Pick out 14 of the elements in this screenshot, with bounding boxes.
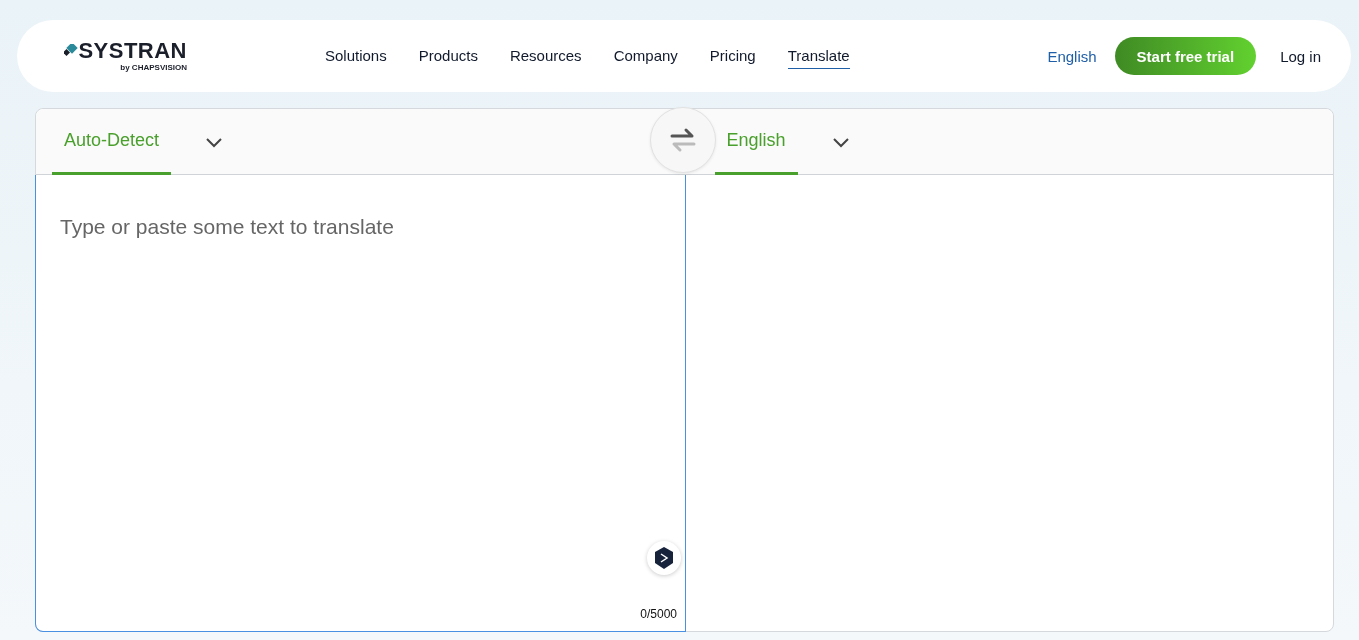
swap-arrows-icon [669,127,697,153]
assistant-badge[interactable] [647,541,681,575]
nav-link[interactable]: Resources [509,43,582,69]
nav-link[interactable]: Pricing [709,43,756,69]
nav-link[interactable]: Company [613,43,678,69]
nav-link[interactable]: Translate [787,43,850,69]
logo-text[interactable]: SYSTRAN [78,40,187,62]
nav-link[interactable]: Products [418,43,478,69]
login-link[interactable]: Log in [1280,47,1321,65]
character-counter: 0/5000 [640,607,677,621]
language-link[interactable]: English [1047,47,1097,65]
logo-icon [64,44,79,58]
logo-byline: by CHAPSVISION [120,63,187,72]
nav-link[interactable]: Solutions [325,43,387,69]
